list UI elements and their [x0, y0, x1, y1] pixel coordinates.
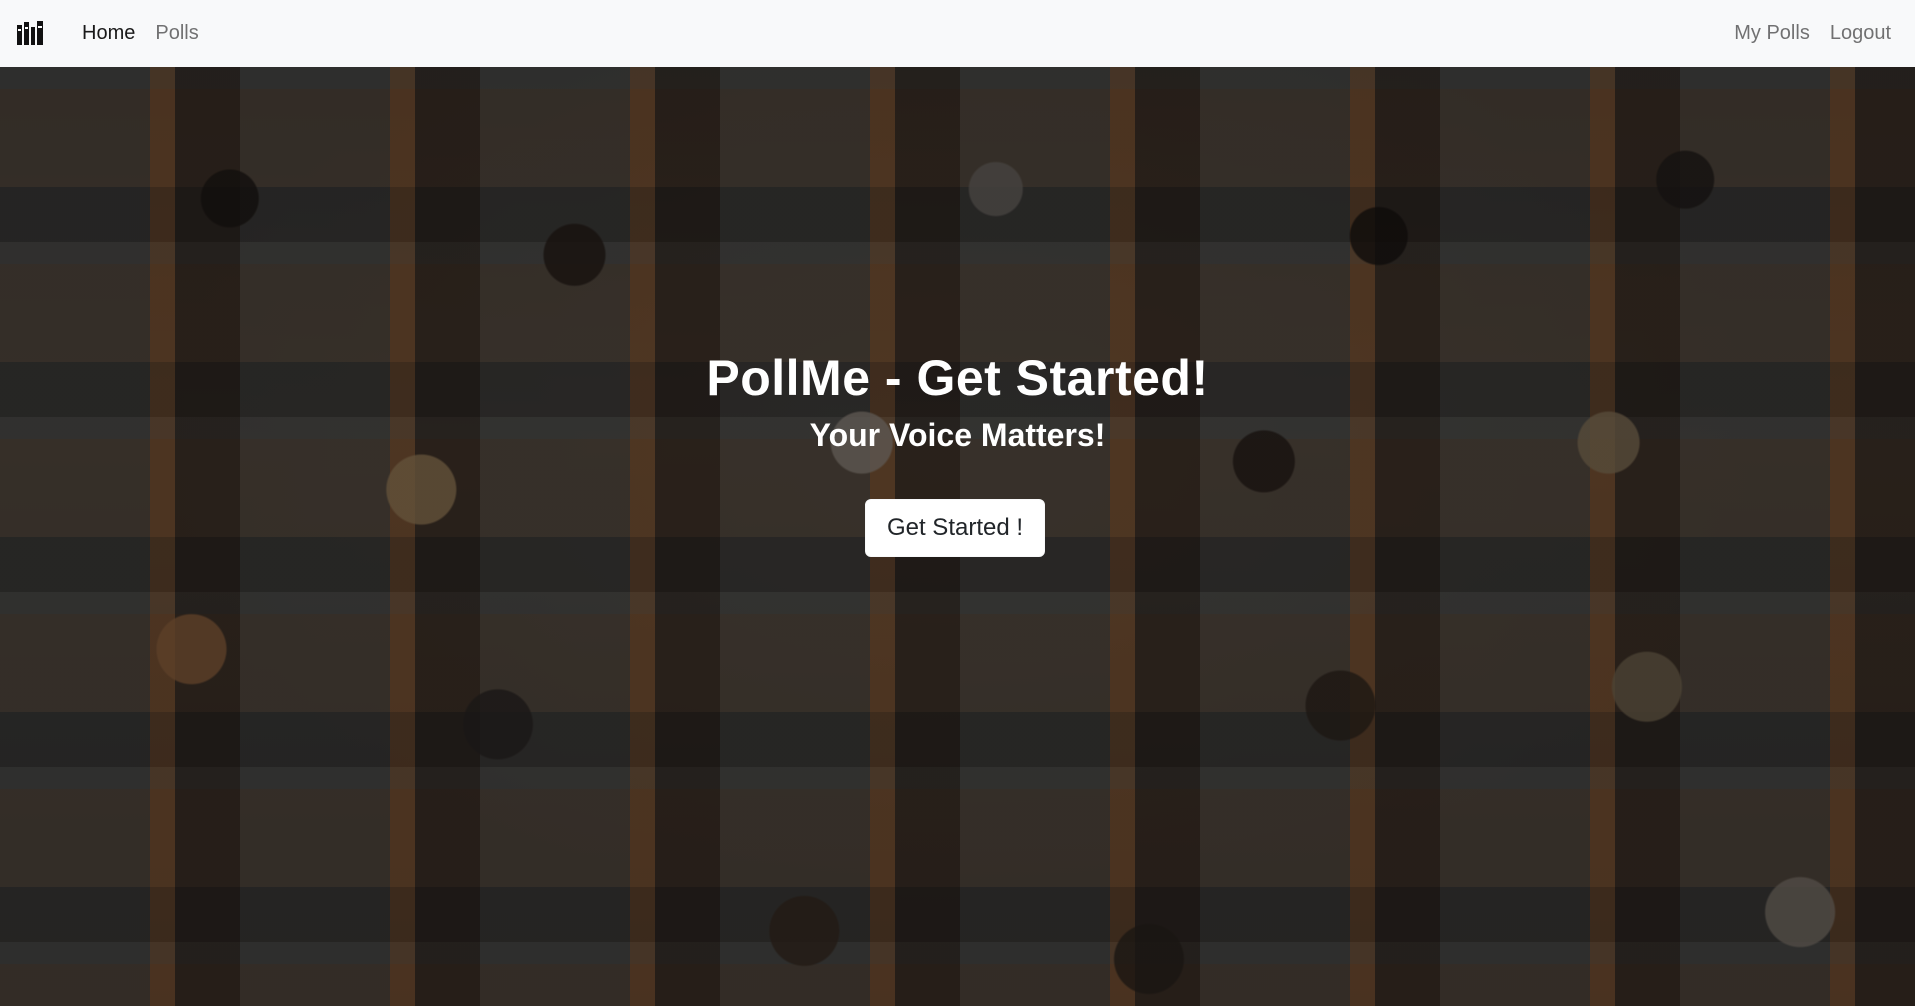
nav-link-logout[interactable]: Logout — [1820, 14, 1901, 53]
nav-link-my-polls[interactable]: My Polls — [1724, 14, 1820, 53]
hero-title: PollMe - Get Started! — [706, 350, 1209, 406]
hero-subtitle: Your Voice Matters! — [809, 417, 1106, 453]
books-icon — [17, 20, 43, 45]
top-navbar: Home Polls My Polls Logout — [0, 0, 1915, 67]
nav-link-polls[interactable]: Polls — [145, 14, 208, 53]
nav-link-home[interactable]: Home — [72, 14, 145, 53]
hero-section: PollMe - Get Started! Your Voice Matters… — [0, 67, 1915, 1006]
brand-logo-icon[interactable] — [14, 18, 46, 50]
hero-content: PollMe - Get Started! Your Voice Matters… — [0, 67, 1915, 1006]
nav-right-links: My Polls Logout — [1724, 14, 1901, 53]
get-started-button[interactable]: Get Started ! — [865, 499, 1045, 557]
nav-left-links: Home Polls — [72, 14, 209, 53]
